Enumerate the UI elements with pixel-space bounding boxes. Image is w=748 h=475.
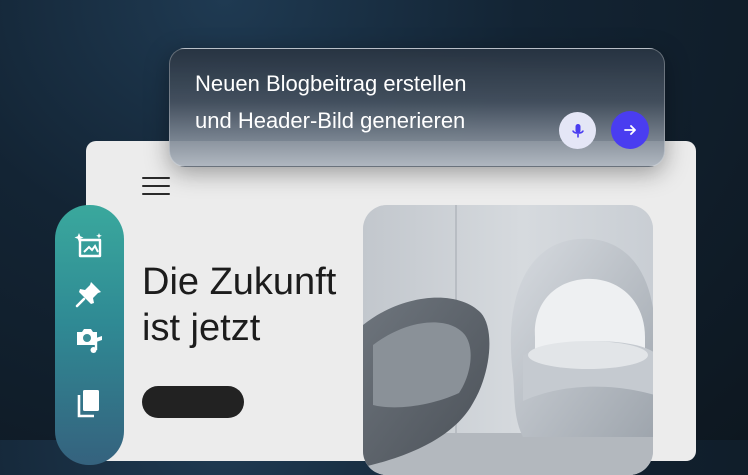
- armchair-photo: [363, 205, 653, 475]
- pin-icon[interactable]: [74, 279, 104, 309]
- page-headline: Die Zukunft ist jetzt: [142, 261, 337, 349]
- send-button[interactable]: [611, 111, 649, 149]
- hamburger-menu-icon[interactable]: [142, 177, 170, 195]
- prompt-text[interactable]: Neuen Blogbeitrag erstellen und Header-B…: [195, 65, 555, 139]
- ai-image-icon[interactable]: [74, 231, 104, 261]
- cta-button[interactable]: [142, 386, 244, 418]
- website-preview: Die Zukunft ist jetzt: [86, 141, 696, 475]
- hero-image: [363, 205, 653, 475]
- ai-prompt-box[interactable]: Neuen Blogbeitrag erstellen und Header-B…: [169, 48, 665, 167]
- arrow-right-icon: [624, 125, 636, 135]
- microphone-icon: [571, 123, 584, 137]
- ai-toolbar: [55, 205, 124, 465]
- copy-icon[interactable]: [74, 388, 104, 418]
- media-icon[interactable]: [74, 324, 104, 354]
- microphone-button[interactable]: [559, 112, 596, 149]
